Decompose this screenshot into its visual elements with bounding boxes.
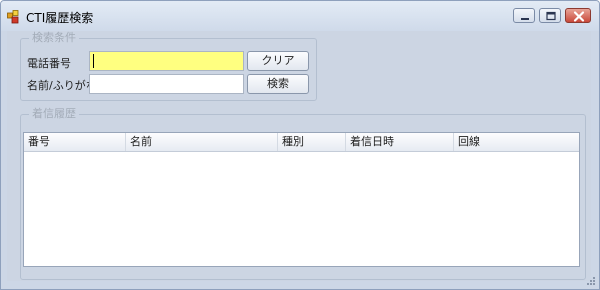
phone-number-label: 電話番号 <box>27 57 71 70</box>
minimize-icon <box>521 18 529 20</box>
close-button[interactable] <box>565 8 591 23</box>
app-icon <box>7 10 19 24</box>
column-header-line[interactable]: 回線 <box>454 133 579 151</box>
phone-number-input[interactable] <box>89 51 244 71</box>
search-button[interactable]: 検索 <box>247 74 309 94</box>
client-area: 検索条件 電話番号 クリア 名前/ふりがな 検索 着信履歴 番号 名前 種別 着… <box>7 31 591 281</box>
main-window: CTI履歴検索 検索条件 電話番号 クリア 名前/ふりがな 検索 着信履歴 番号… <box>0 0 600 290</box>
name-kana-label: 名前/ふりがな <box>27 79 97 92</box>
window-title: CTI履歴検索 <box>26 11 94 25</box>
column-header-type[interactable]: 種別 <box>278 133 346 151</box>
grid-header: 番号 名前 種別 着信日時 回線 <box>24 133 579 152</box>
resize-grip-icon[interactable] <box>586 276 596 286</box>
search-conditions-legend: 検索条件 <box>29 31 79 45</box>
column-header-received-at[interactable]: 着信日時 <box>346 133 454 151</box>
call-history-grid[interactable]: 番号 名前 種別 着信日時 回線 <box>23 132 580 267</box>
call-history-legend: 着信履歴 <box>29 107 79 121</box>
maximize-button[interactable] <box>539 8 561 23</box>
maximize-icon <box>546 11 556 21</box>
column-header-name[interactable]: 名前 <box>126 133 278 151</box>
close-icon <box>573 11 585 22</box>
minimize-button[interactable] <box>513 8 535 23</box>
title-bar[interactable]: CTI履歴検索 <box>1 1 599 31</box>
text-caret <box>93 54 94 68</box>
clear-button[interactable]: クリア <box>247 51 309 71</box>
name-kana-input[interactable] <box>89 74 244 94</box>
column-header-number[interactable]: 番号 <box>24 133 126 151</box>
